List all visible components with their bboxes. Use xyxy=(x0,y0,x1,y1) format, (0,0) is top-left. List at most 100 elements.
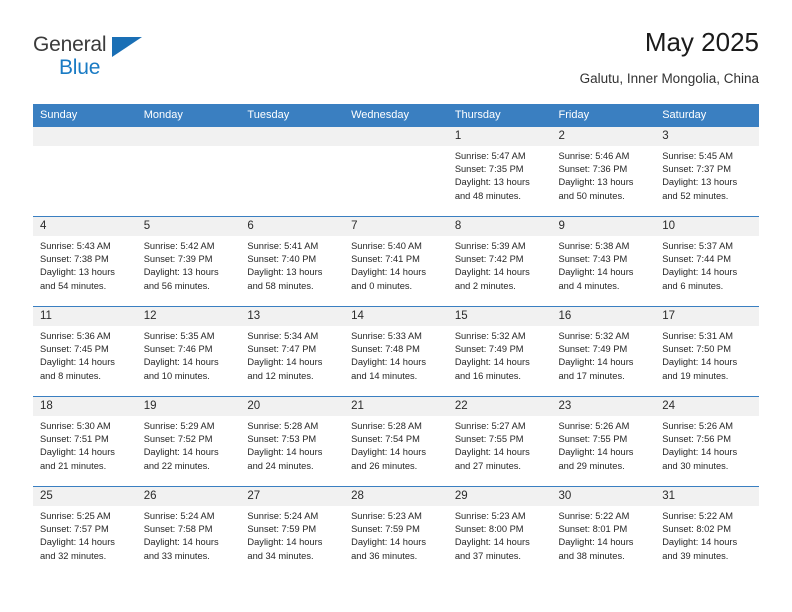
daylight-text-line1: Daylight: 14 hours xyxy=(662,447,738,458)
day-sun-info: Sunrise: 5:33 AM Sunset: 7:48 PM Daylight:… xyxy=(344,326,448,383)
sunrise-text: Sunrise: 5:30 AM xyxy=(40,421,111,431)
day-sun-info: Sunrise: 5:45 AM Sunset: 7:37 PM Daylight:… xyxy=(655,146,759,203)
sunrise-text: Sunrise: 5:37 AM xyxy=(662,241,734,251)
calendar-day-cell[interactable]: 9 Sunrise: 5:38 AM Sunset: 7:43 PM Daylight… xyxy=(551,216,656,307)
sunrise-text: Sunrise: 5:31 AM xyxy=(662,331,734,341)
daylight-text-line1: Daylight: 14 hours xyxy=(662,357,738,368)
calendar-week-row: 4 Sunrise: 5:43 AM Sunset: 7:38 PM Daylight… xyxy=(33,216,759,307)
day-sun-info: Sunrise: 5:43 AM Sunset: 7:38 PM Daylight:… xyxy=(33,236,137,293)
calendar-header-row: Sunday Monday Tuesday Wednesday Thursday Frid… xyxy=(33,104,759,127)
sunrise-text: Sunrise: 5:28 AM xyxy=(247,421,319,431)
calendar-day-cell[interactable]: 3 Sunrise: 5:45 AM Sunset: 7:37 PM Daylight… xyxy=(655,126,759,217)
daylight-text-line2: and 16 minutes. xyxy=(454,370,521,381)
calendar-day-cell[interactable]: 5 Sunrise: 5:42 AM Sunset: 7:39 PM Daylight… xyxy=(136,216,241,307)
day-sun-info: Sunrise: 5:24 AM Sunset: 7:58 PM Daylight:… xyxy=(137,506,241,563)
sunset-text: Sunset: 7:49 PM xyxy=(558,344,628,355)
calendar-day-cell[interactable]: 1 Sunrise: 5:47 AM Sunset: 7:35 PM Daylight… xyxy=(447,126,552,217)
calendar-day-cell[interactable]: 27 Sunrise: 5:24 AM Sunset: 7:59 PM Dayligh… xyxy=(240,486,345,577)
sunset-text: Sunset: 7:46 PM xyxy=(143,344,213,355)
daylight-text-line2: and 52 minutes. xyxy=(662,190,729,201)
sunrise-text: Sunrise: 5:26 AM xyxy=(662,421,734,431)
day-number: 29 xyxy=(447,487,552,506)
sunrise-text: Sunrise: 5:41 AM xyxy=(247,241,319,251)
page-title: May 2025 xyxy=(644,27,759,57)
calendar-day-cell[interactable]: 28 Sunrise: 5:23 AM Sunset: 7:59 PM Dayligh… xyxy=(344,486,448,577)
day-number: 30 xyxy=(551,487,656,506)
daylight-text-line1: Daylight: 14 hours xyxy=(247,537,323,548)
calendar-day-cell[interactable]: 15 Sunrise: 5:32 AM Sunset: 7:49 PM Dayligh… xyxy=(447,306,552,397)
day-number: 6 xyxy=(240,217,345,236)
calendar-day-cell[interactable]: 17 Sunrise: 5:31 AM Sunset: 7:50 PM Dayligh… xyxy=(655,306,759,397)
calendar-day-cell[interactable]: 6 Sunrise: 5:41 AM Sunset: 7:40 PM Daylight… xyxy=(240,216,345,307)
day-sun-info: Sunrise: 5:22 AM Sunset: 8:02 PM Daylight:… xyxy=(655,506,759,563)
calendar-day-cell[interactable]: 19 Sunrise: 5:29 AM Sunset: 7:52 PM Dayligh… xyxy=(136,396,241,487)
calendar-day-cell[interactable]: 7 Sunrise: 5:40 AM Sunset: 7:41 PM Daylight… xyxy=(344,216,448,307)
calendar-day-cell[interactable]: 16 Sunrise: 5:32 AM Sunset: 7:49 PM Dayligh… xyxy=(551,306,656,397)
calendar-day-cell[interactable]: 8 Sunrise: 5:39 AM Sunset: 7:42 PM Daylight… xyxy=(447,216,552,307)
sunset-text: Sunset: 7:45 PM xyxy=(40,344,109,355)
sunrise-text: Sunrise: 5:38 AM xyxy=(558,241,630,251)
day-sun-info: Sunrise: 5:28 AM Sunset: 7:54 PM Daylight:… xyxy=(344,416,448,473)
sunset-text: Sunset: 7:59 PM xyxy=(247,524,317,535)
sunrise-text: Sunrise: 5:40 AM xyxy=(351,241,422,251)
day-sun-info: Sunrise: 5:32 AM Sunset: 7:49 PM Daylight:… xyxy=(448,326,552,383)
sunset-text: Sunset: 7:58 PM xyxy=(143,524,213,535)
day-number: 1 xyxy=(447,127,552,146)
calendar-day-cell[interactable]: 12 Sunrise: 5:35 AM Sunset: 7:46 PM Dayligh… xyxy=(136,306,241,397)
calendar-day-cell[interactable]: 24 Sunrise: 5:26 AM Sunset: 7:56 PM Dayligh… xyxy=(655,396,759,487)
calendar-day-cell[interactable]: 23 Sunrise: 5:26 AM Sunset: 7:55 PM Dayligh… xyxy=(551,396,656,487)
day-number: 11 xyxy=(33,307,137,326)
sunrise-text: Sunrise: 5:22 AM xyxy=(662,511,734,521)
calendar-day-cell[interactable]: 18 Sunrise: 5:30 AM Sunset: 7:51 PM Dayligh… xyxy=(33,396,137,487)
day-sun-info: Sunrise: 5:29 AM Sunset: 7:52 PM Daylight:… xyxy=(137,416,241,473)
calendar-day-cell[interactable]: 31 Sunrise: 5:22 AM Sunset: 8:02 PM Dayligh… xyxy=(655,486,759,577)
daylight-text-line1: Daylight: 14 hours xyxy=(454,447,530,458)
calendar-day-cell[interactable]: 20 Sunrise: 5:28 AM Sunset: 7:53 PM Dayligh… xyxy=(240,396,345,487)
calendar-day-cell[interactable]: 4 Sunrise: 5:43 AM Sunset: 7:38 PM Daylight… xyxy=(33,216,137,307)
daylight-text-line1: Daylight: 14 hours xyxy=(247,357,323,368)
calendar-day-cell[interactable]: 29 Sunrise: 5:23 AM Sunset: 8:00 PM Dayligh… xyxy=(447,486,552,577)
calendar-day-cell-empty xyxy=(344,126,448,217)
weekday-header-tuesday: Tuesday xyxy=(240,104,345,127)
day-sun-info: Sunrise: 5:27 AM Sunset: 7:55 PM Daylight:… xyxy=(448,416,552,473)
calendar-day-cell[interactable]: 26 Sunrise: 5:24 AM Sunset: 7:58 PM Dayligh… xyxy=(136,486,241,577)
day-number: 7 xyxy=(344,217,448,236)
daylight-text-line1: Daylight: 14 hours xyxy=(143,537,219,548)
sunset-text: Sunset: 7:49 PM xyxy=(454,344,524,355)
calendar-day-cell[interactable]: 14 Sunrise: 5:33 AM Sunset: 7:48 PM Dayligh… xyxy=(344,306,448,397)
calendar-day-cell[interactable]: 13 Sunrise: 5:34 AM Sunset: 7:47 PM Dayligh… xyxy=(240,306,345,397)
daylight-text-line2: and 39 minutes. xyxy=(662,550,729,561)
day-sun-info: Sunrise: 5:32 AM Sunset: 7:49 PM Daylight:… xyxy=(552,326,656,383)
sunset-text: Sunset: 7:35 PM xyxy=(454,164,524,175)
calendar-week-row: 11 Sunrise: 5:36 AM Sunset: 7:45 PM Dayligh… xyxy=(33,306,759,397)
sunrise-text: Sunrise: 5:22 AM xyxy=(558,511,630,521)
sunrise-text: Sunrise: 5:23 AM xyxy=(454,511,526,521)
day-sun-info: Sunrise: 5:28 AM Sunset: 7:53 PM Daylight:… xyxy=(240,416,344,473)
day-number xyxy=(33,127,137,146)
calendar-day-cell[interactable]: 30 Sunrise: 5:22 AM Sunset: 8:01 PM Dayligh… xyxy=(551,486,656,577)
generalblue-logo[interactable]: General Blue xyxy=(33,28,148,86)
day-number: 22 xyxy=(447,397,552,416)
sunset-text: Sunset: 7:36 PM xyxy=(558,164,628,175)
daylight-text-line1: Daylight: 14 hours xyxy=(662,267,738,278)
title-block: May 2025 Galutu, Inner Mongolia, China xyxy=(580,28,759,86)
daylight-text-line1: Daylight: 13 hours xyxy=(454,177,530,188)
calendar-week-row: 18 Sunrise: 5:30 AM Sunset: 7:51 PM Dayligh… xyxy=(33,396,759,487)
day-number: 25 xyxy=(33,487,137,506)
daylight-text-line2: and 26 minutes. xyxy=(351,460,418,471)
calendar-day-cell[interactable]: 25 Sunrise: 5:25 AM Sunset: 7:57 PM Dayligh… xyxy=(33,486,137,577)
calendar-day-cell[interactable]: 11 Sunrise: 5:36 AM Sunset: 7:45 PM Dayligh… xyxy=(33,306,137,397)
sunrise-text: Sunrise: 5:39 AM xyxy=(454,241,526,251)
daylight-text-line2: and 48 minutes. xyxy=(454,190,521,201)
day-sun-info: Sunrise: 5:24 AM Sunset: 7:59 PM Daylight:… xyxy=(240,506,344,563)
calendar-day-cell[interactable]: 22 Sunrise: 5:27 AM Sunset: 7:55 PM Dayligh… xyxy=(447,396,552,487)
daylight-text-line2: and 58 minutes. xyxy=(247,280,314,291)
day-sun-info: Sunrise: 5:37 AM Sunset: 7:44 PM Daylight:… xyxy=(655,236,759,293)
day-number: 9 xyxy=(551,217,656,236)
day-number: 3 xyxy=(655,127,759,146)
calendar-day-cell[interactable]: 10 Sunrise: 5:37 AM Sunset: 7:44 PM Dayligh… xyxy=(655,216,759,307)
calendar-day-cell[interactable]: 2 Sunrise: 5:46 AM Sunset: 7:36 PM Daylight… xyxy=(551,126,656,217)
calendar-day-cell[interactable]: 21 Sunrise: 5:28 AM Sunset: 7:54 PM Dayligh… xyxy=(344,396,448,487)
sunset-text: Sunset: 7:38 PM xyxy=(40,254,109,265)
daylight-text-line2: and 14 minutes. xyxy=(351,370,418,381)
